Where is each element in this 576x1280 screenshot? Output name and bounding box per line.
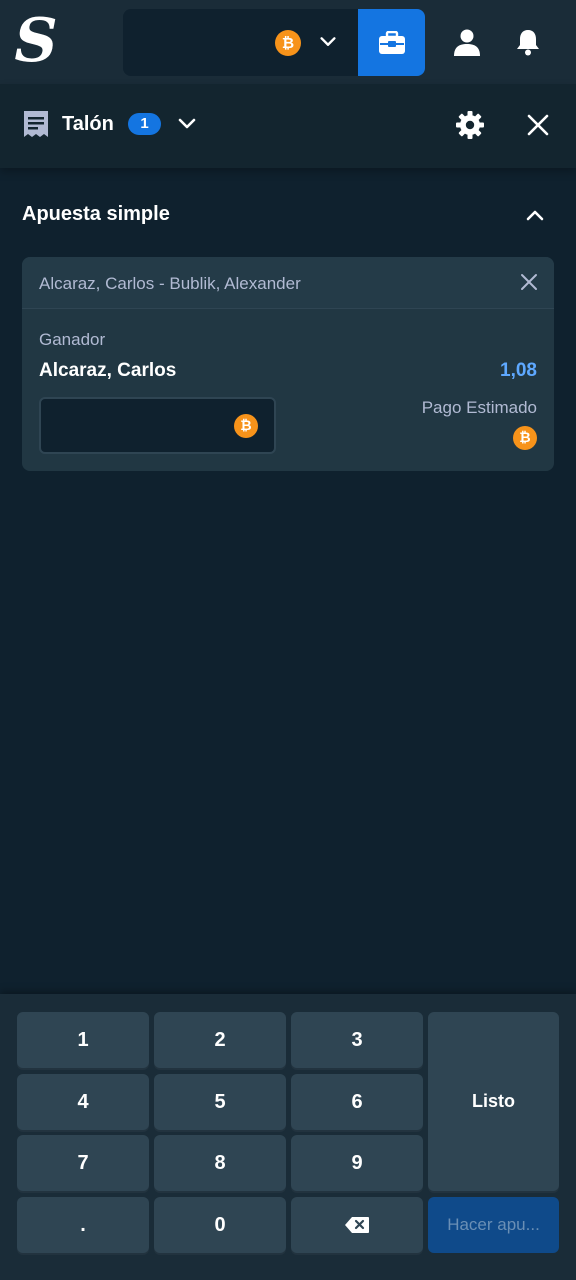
key-5[interactable]: 5 (154, 1074, 286, 1130)
chevron-up-icon[interactable] (522, 202, 548, 228)
key-6[interactable]: 6 (291, 1074, 423, 1130)
top-bar: S ₿ (0, 0, 576, 84)
estimated-payout-label: Pago Estimado (421, 398, 537, 417)
key-1[interactable]: 1 (17, 1012, 149, 1068)
place-bet-button[interactable]: Hacer apu... (428, 1197, 559, 1253)
key-7[interactable]: 7 (17, 1135, 149, 1191)
event-name[interactable]: Alcaraz, Carlos - Bublik, Alexander (39, 273, 301, 295)
close-icon[interactable] (518, 271, 540, 293)
notifications-button[interactable] (508, 22, 548, 62)
betslip-icon (24, 111, 48, 137)
gear-icon[interactable] (455, 110, 485, 140)
market-name: Ganador (39, 330, 106, 349)
user-button[interactable] (447, 22, 487, 62)
key-9[interactable]: 9 (291, 1135, 423, 1191)
bet-card-header: Alcaraz, Carlos - Bublik, Alexander (22, 257, 554, 309)
bitcoin-icon: ₿ (234, 414, 258, 438)
key-3[interactable]: 3 (291, 1012, 423, 1068)
user-icon (454, 29, 480, 56)
bet-count-badge: 1 (128, 113, 161, 135)
key-8[interactable]: 8 (154, 1135, 286, 1191)
stake-input[interactable]: ₿ (39, 397, 276, 454)
done-button[interactable]: Listo (428, 1012, 559, 1191)
bitcoin-icon: ₿ (275, 30, 301, 56)
key-4[interactable]: 4 (17, 1074, 149, 1130)
wallet-icon (378, 30, 405, 54)
key-decimal[interactable]: . (17, 1197, 149, 1253)
key-0[interactable]: 0 (154, 1197, 286, 1253)
close-icon[interactable] (524, 111, 552, 139)
betslip-title[interactable]: Talón (62, 111, 114, 137)
backspace-button[interactable] (291, 1197, 423, 1253)
bet-type-title: Apuesta simple (22, 203, 170, 225)
chevron-down-icon[interactable] (175, 112, 199, 136)
bet-card: Alcaraz, Carlos - Bublik, Alexander Gana… (22, 257, 554, 471)
key-2[interactable]: 2 (154, 1012, 286, 1068)
bell-icon (517, 30, 539, 56)
balance-selector[interactable]: ₿ (123, 9, 358, 76)
numeric-keypad: 1 2 3 4 5 6 7 8 9 . 0 Listo Hacer apu... (0, 994, 576, 1280)
chevron-down-icon (320, 37, 336, 46)
betslip-header: Talón 1 (0, 84, 576, 168)
selection-name: Alcaraz, Carlos (39, 360, 177, 381)
backspace-icon (345, 1217, 369, 1233)
odds-value: 1,08 (500, 360, 537, 381)
stake-logo[interactable]: S (12, 8, 60, 76)
app: S ₿ Talón 1 Apuesta simple Alcaraz, Carl… (0, 0, 576, 1280)
bitcoin-icon: ₿ (513, 426, 537, 450)
wallet-button[interactable] (358, 9, 425, 76)
